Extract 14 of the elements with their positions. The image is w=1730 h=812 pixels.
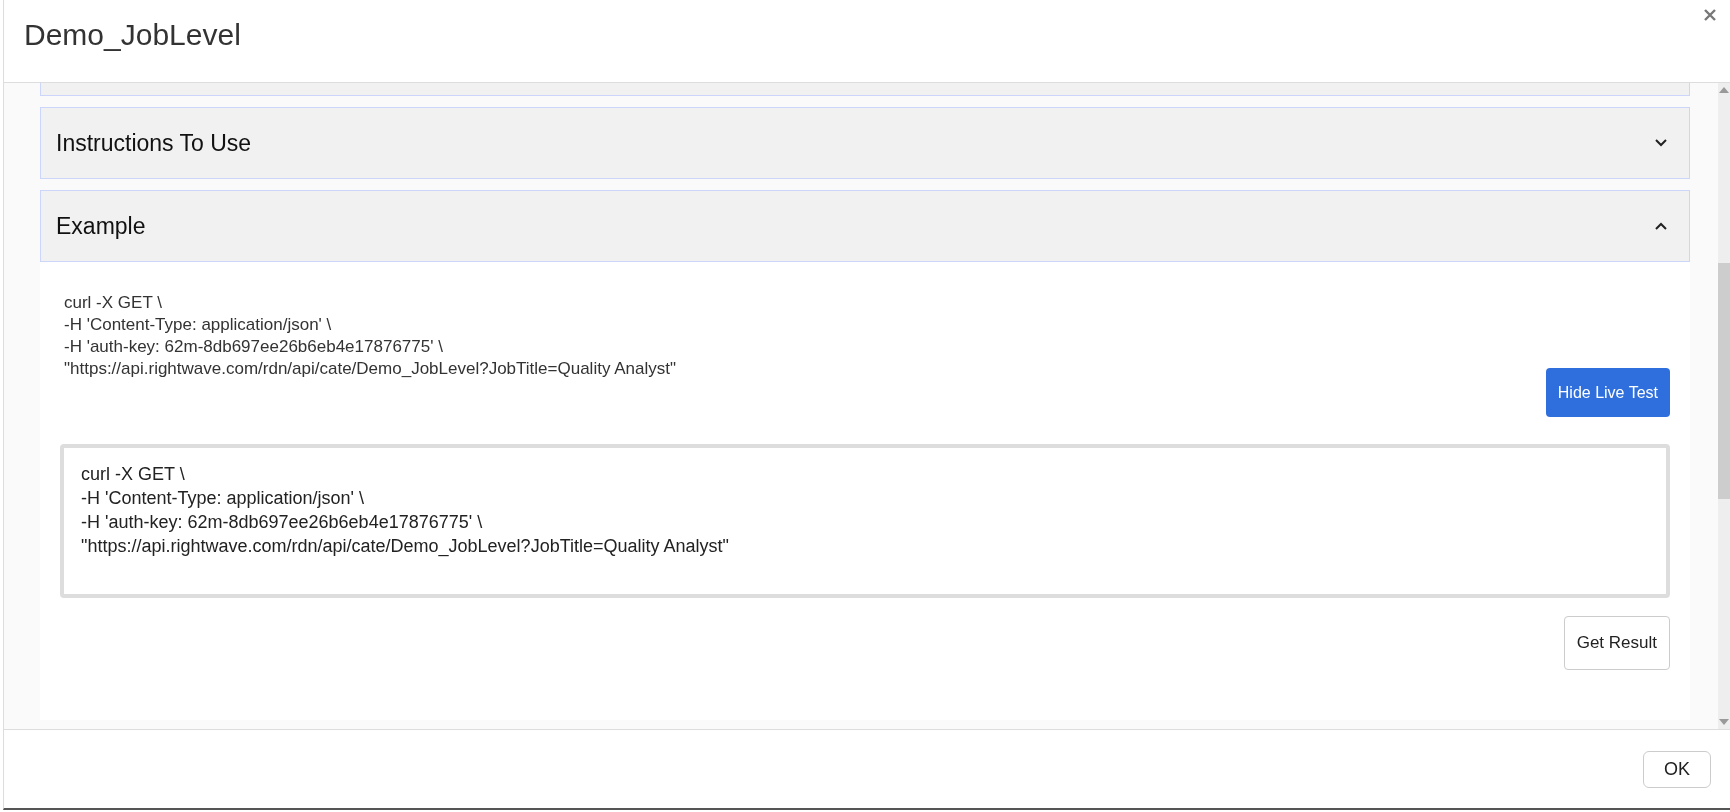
- scroll-down-icon[interactable]: [1719, 719, 1729, 725]
- scroll-up-icon[interactable]: [1719, 87, 1729, 93]
- code-sample: curl -X GET \ -H 'Content-Type: application/json' \ -H 'auth-key: 62m-8db697ee26b6eb4e17876775' \ "https://api.rightwave.com/rdn/api/cate/Demo_JobLevel?JobTitle=Quality Analyst": [63, 292, 677, 380]
- request-input-field[interactable]: curl -X GET \ -H 'Content-Type: application/json' \ -H 'auth-key: 62m-8db697ee26b6eb4e17876775' \ "https://api.rightwave.com/rdn/api/cate/Demo_JobLevel?JobTitle=Quality Analyst": [60, 444, 1670, 598]
- chevron-down-icon: [1655, 139, 1667, 147]
- ok-button[interactable]: OK: [1643, 750, 1711, 788]
- close-icon[interactable]: [1704, 9, 1716, 21]
- accordion-header[interactable]: Example: [40, 190, 1690, 262]
- get-result-button[interactable]: Get Result: [1563, 616, 1670, 670]
- dialog-title: Demo_JobLevel: [23, 18, 241, 52]
- accordion-header[interactable]: Instructions To Use: [40, 107, 1690, 179]
- scrollbar[interactable]: [1718, 83, 1730, 729]
- chevron-up-icon: [1655, 222, 1667, 230]
- hide-live-test-button[interactable]: Hide Live Test: [1545, 368, 1670, 417]
